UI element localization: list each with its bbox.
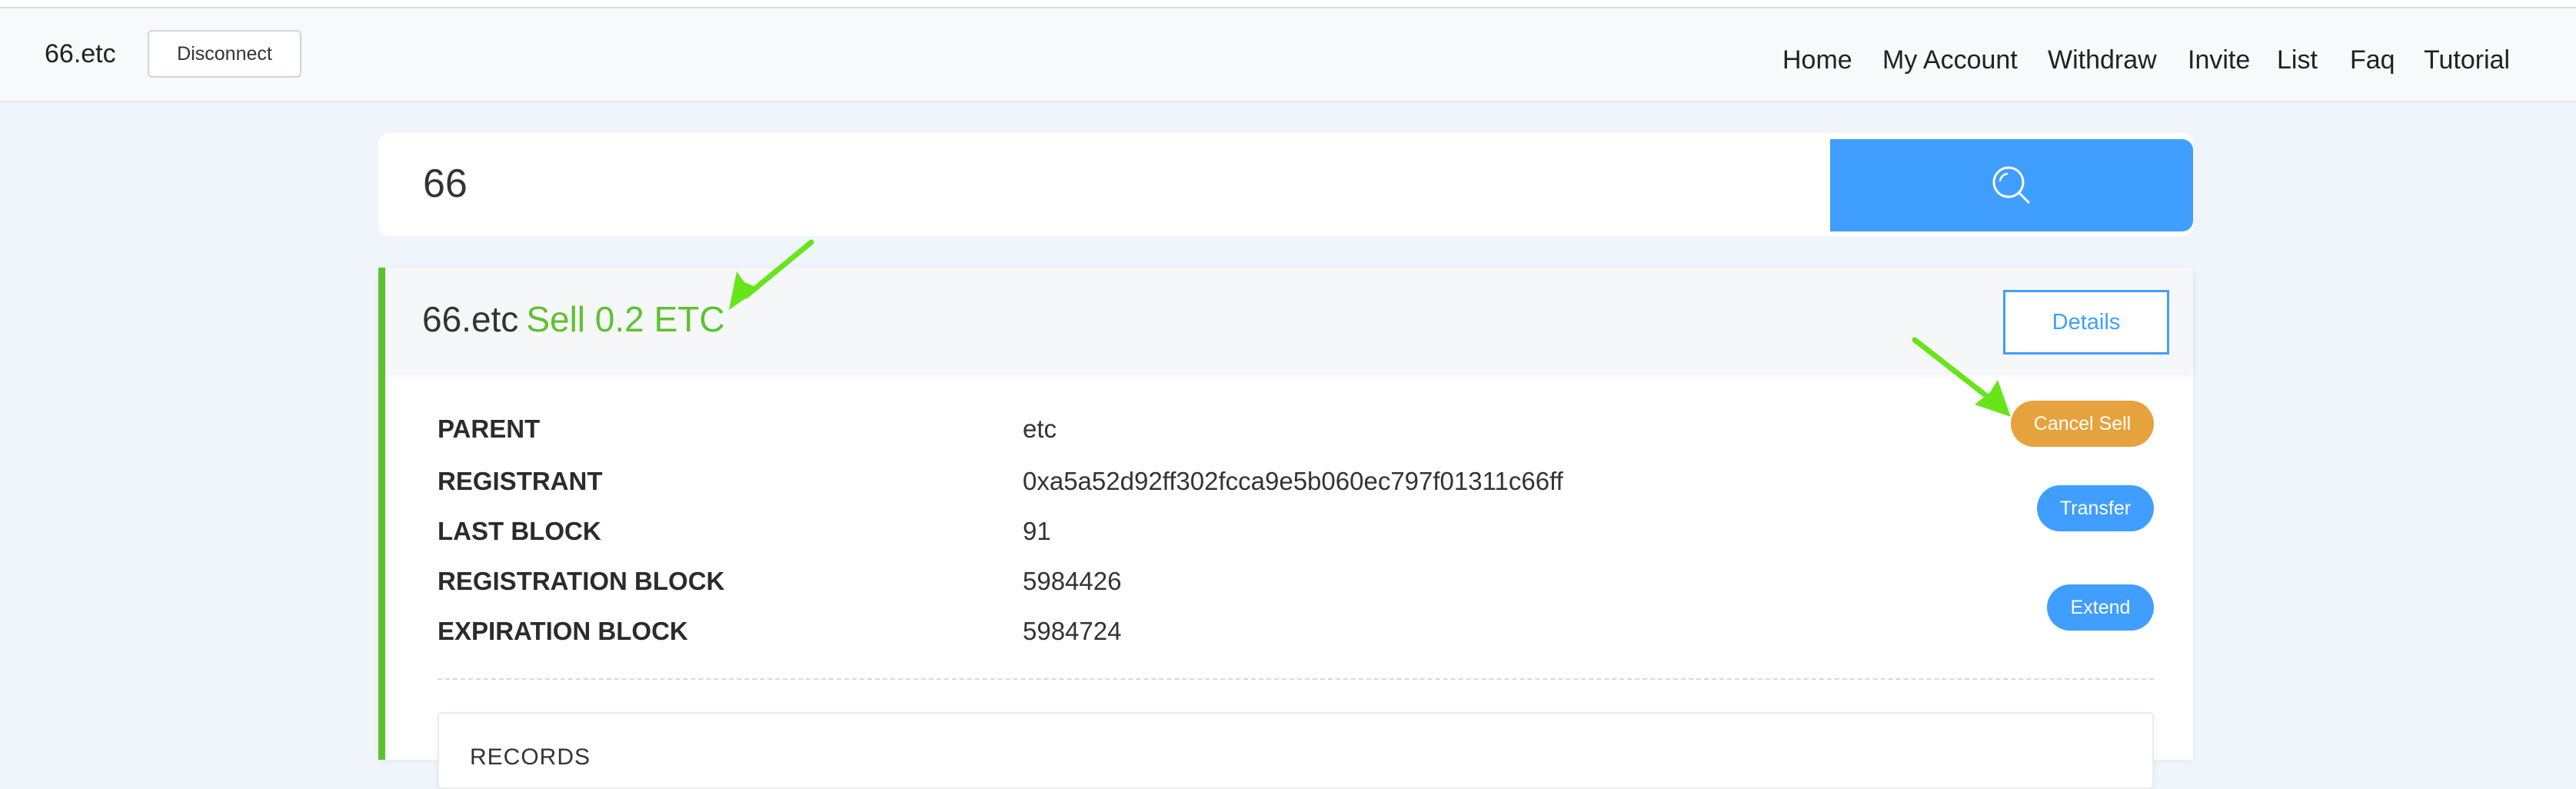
field-label-last-block: LAST BLOCK (438, 517, 601, 545)
field-value-registrant: 0xa5a52d92ff302fcca9e5b060ec797f01311c66… (1023, 467, 1563, 495)
field-value-registration-block: 5984426 (1023, 567, 1122, 595)
nav-faq[interactable]: Faq (2350, 45, 2395, 75)
brand[interactable]: 66.etc (45, 39, 116, 69)
search-input[interactable]: 66 (423, 161, 468, 207)
extend-button[interactable]: Extend (2047, 584, 2154, 631)
nav-tutorial[interactable]: Tutorial (2424, 45, 2510, 75)
domain-name: 66.etc (422, 299, 519, 339)
field-label-registrant: REGISTRANT (438, 467, 603, 495)
nav-home[interactable]: Home (1782, 45, 1852, 75)
records-section: RECORDS (438, 712, 2154, 789)
top-bar (0, 0, 2576, 8)
search-bar: 66 (378, 133, 2193, 236)
search-icon (1992, 166, 2030, 204)
nav-withdraw[interactable]: Withdraw (2048, 45, 2157, 75)
header: 66.etc Disconnect Home My Account Withdr… (0, 8, 2576, 102)
field-label-expiration-block: EXPIRATION BLOCK (438, 617, 688, 645)
field-label-parent: PARENT (438, 414, 541, 443)
field-label-registration-block: REGISTRATION BLOCK (438, 567, 725, 595)
field-value-parent: etc (1023, 414, 1057, 443)
nav-list[interactable]: List (2277, 45, 2318, 75)
details-button[interactable]: Details (2003, 290, 2169, 355)
records-heading: RECORDS (470, 744, 591, 770)
field-value-last-block: 91 (1023, 517, 1051, 545)
nav-my-account[interactable]: My Account (1882, 45, 2018, 75)
section-divider (438, 678, 2154, 680)
cancel-sell-button[interactable]: Cancel Sell (2011, 401, 2154, 447)
annotation-arrow-icon (1912, 337, 2011, 417)
disconnect-button[interactable]: Disconnect (148, 30, 301, 78)
field-value-expiration-block: 5984724 (1023, 617, 1122, 645)
nav-invite[interactable]: Invite (2188, 45, 2250, 75)
search-button[interactable] (1830, 139, 2193, 231)
domain-title: 66.etc Sell 0.2 ETC (422, 298, 725, 340)
annotation-arrow-icon (729, 239, 814, 310)
transfer-button[interactable]: Transfer (2037, 485, 2154, 531)
sale-status: Sell 0.2 ETC (526, 299, 725, 339)
